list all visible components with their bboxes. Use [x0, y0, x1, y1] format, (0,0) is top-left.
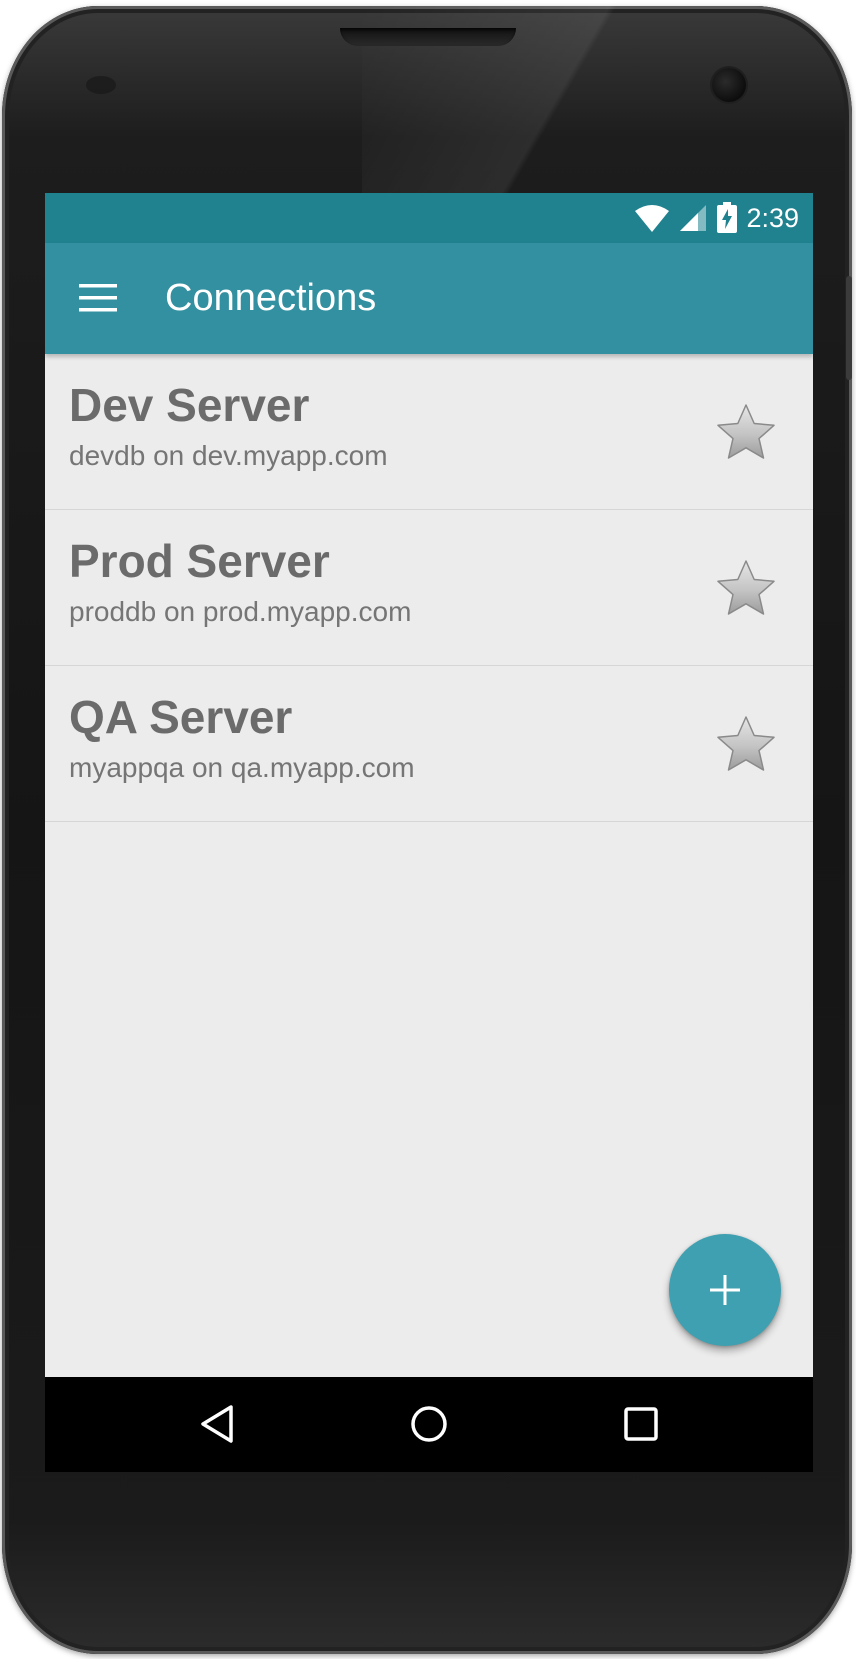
page-title: Connections: [165, 277, 377, 319]
connection-item-prod[interactable]: Prod Server proddb on prod.myapp.com: [45, 510, 813, 666]
home-button[interactable]: [399, 1394, 459, 1454]
home-icon: [411, 1406, 447, 1442]
favorite-button[interactable]: [715, 558, 777, 620]
status-icons: 2:39: [634, 193, 799, 243]
plus-icon: [710, 1275, 740, 1305]
add-connection-button[interactable]: [669, 1234, 781, 1346]
recents-icon: [624, 1407, 658, 1441]
connection-detail: myappqa on qa.myapp.com: [69, 752, 415, 783]
hamburger-menu-icon: [79, 284, 117, 312]
front-camera: [712, 68, 746, 102]
star-icon: [717, 404, 775, 459]
app-bar: Connections: [45, 243, 813, 354]
connection-name: Prod Server: [69, 535, 330, 587]
status-time: 2:39: [746, 203, 799, 233]
status-bar: 2:39: [45, 193, 813, 243]
connection-name: QA Server: [69, 691, 293, 743]
star-icon: [717, 560, 775, 615]
menu-button[interactable]: [67, 267, 129, 329]
wifi-icon: [635, 205, 670, 232]
phone-frame: 2:39 Connections Dev Server devdb on dev…: [2, 6, 852, 1654]
connection-name: Dev Server: [69, 379, 310, 431]
connection-list: Dev Server devdb on dev.myapp.com Prod S…: [45, 354, 813, 822]
star-icon: [717, 716, 775, 771]
power-button[interactable]: [846, 276, 852, 380]
battery-charging-icon: [717, 202, 738, 233]
connection-item-dev[interactable]: Dev Server devdb on dev.myapp.com: [45, 354, 813, 510]
favorite-button[interactable]: [715, 402, 777, 464]
earpiece-speaker: [340, 28, 516, 46]
phone-device: 2:39 Connections Dev Server devdb on dev…: [0, 0, 856, 1659]
connection-item-qa[interactable]: QA Server myappqa on qa.myapp.com: [45, 666, 813, 822]
back-button[interactable]: [187, 1394, 247, 1454]
favorite-button[interactable]: [715, 714, 777, 776]
connection-detail: proddb on prod.myapp.com: [69, 596, 412, 627]
cell-signal-icon: [680, 205, 707, 231]
screen: 2:39 Connections Dev Server devdb on dev…: [45, 193, 813, 1472]
navigation-bar: [45, 1377, 813, 1472]
proximity-sensor: [86, 76, 116, 94]
connection-detail: devdb on dev.myapp.com: [69, 440, 388, 471]
recents-button[interactable]: [611, 1394, 671, 1454]
back-icon: [201, 1405, 233, 1443]
